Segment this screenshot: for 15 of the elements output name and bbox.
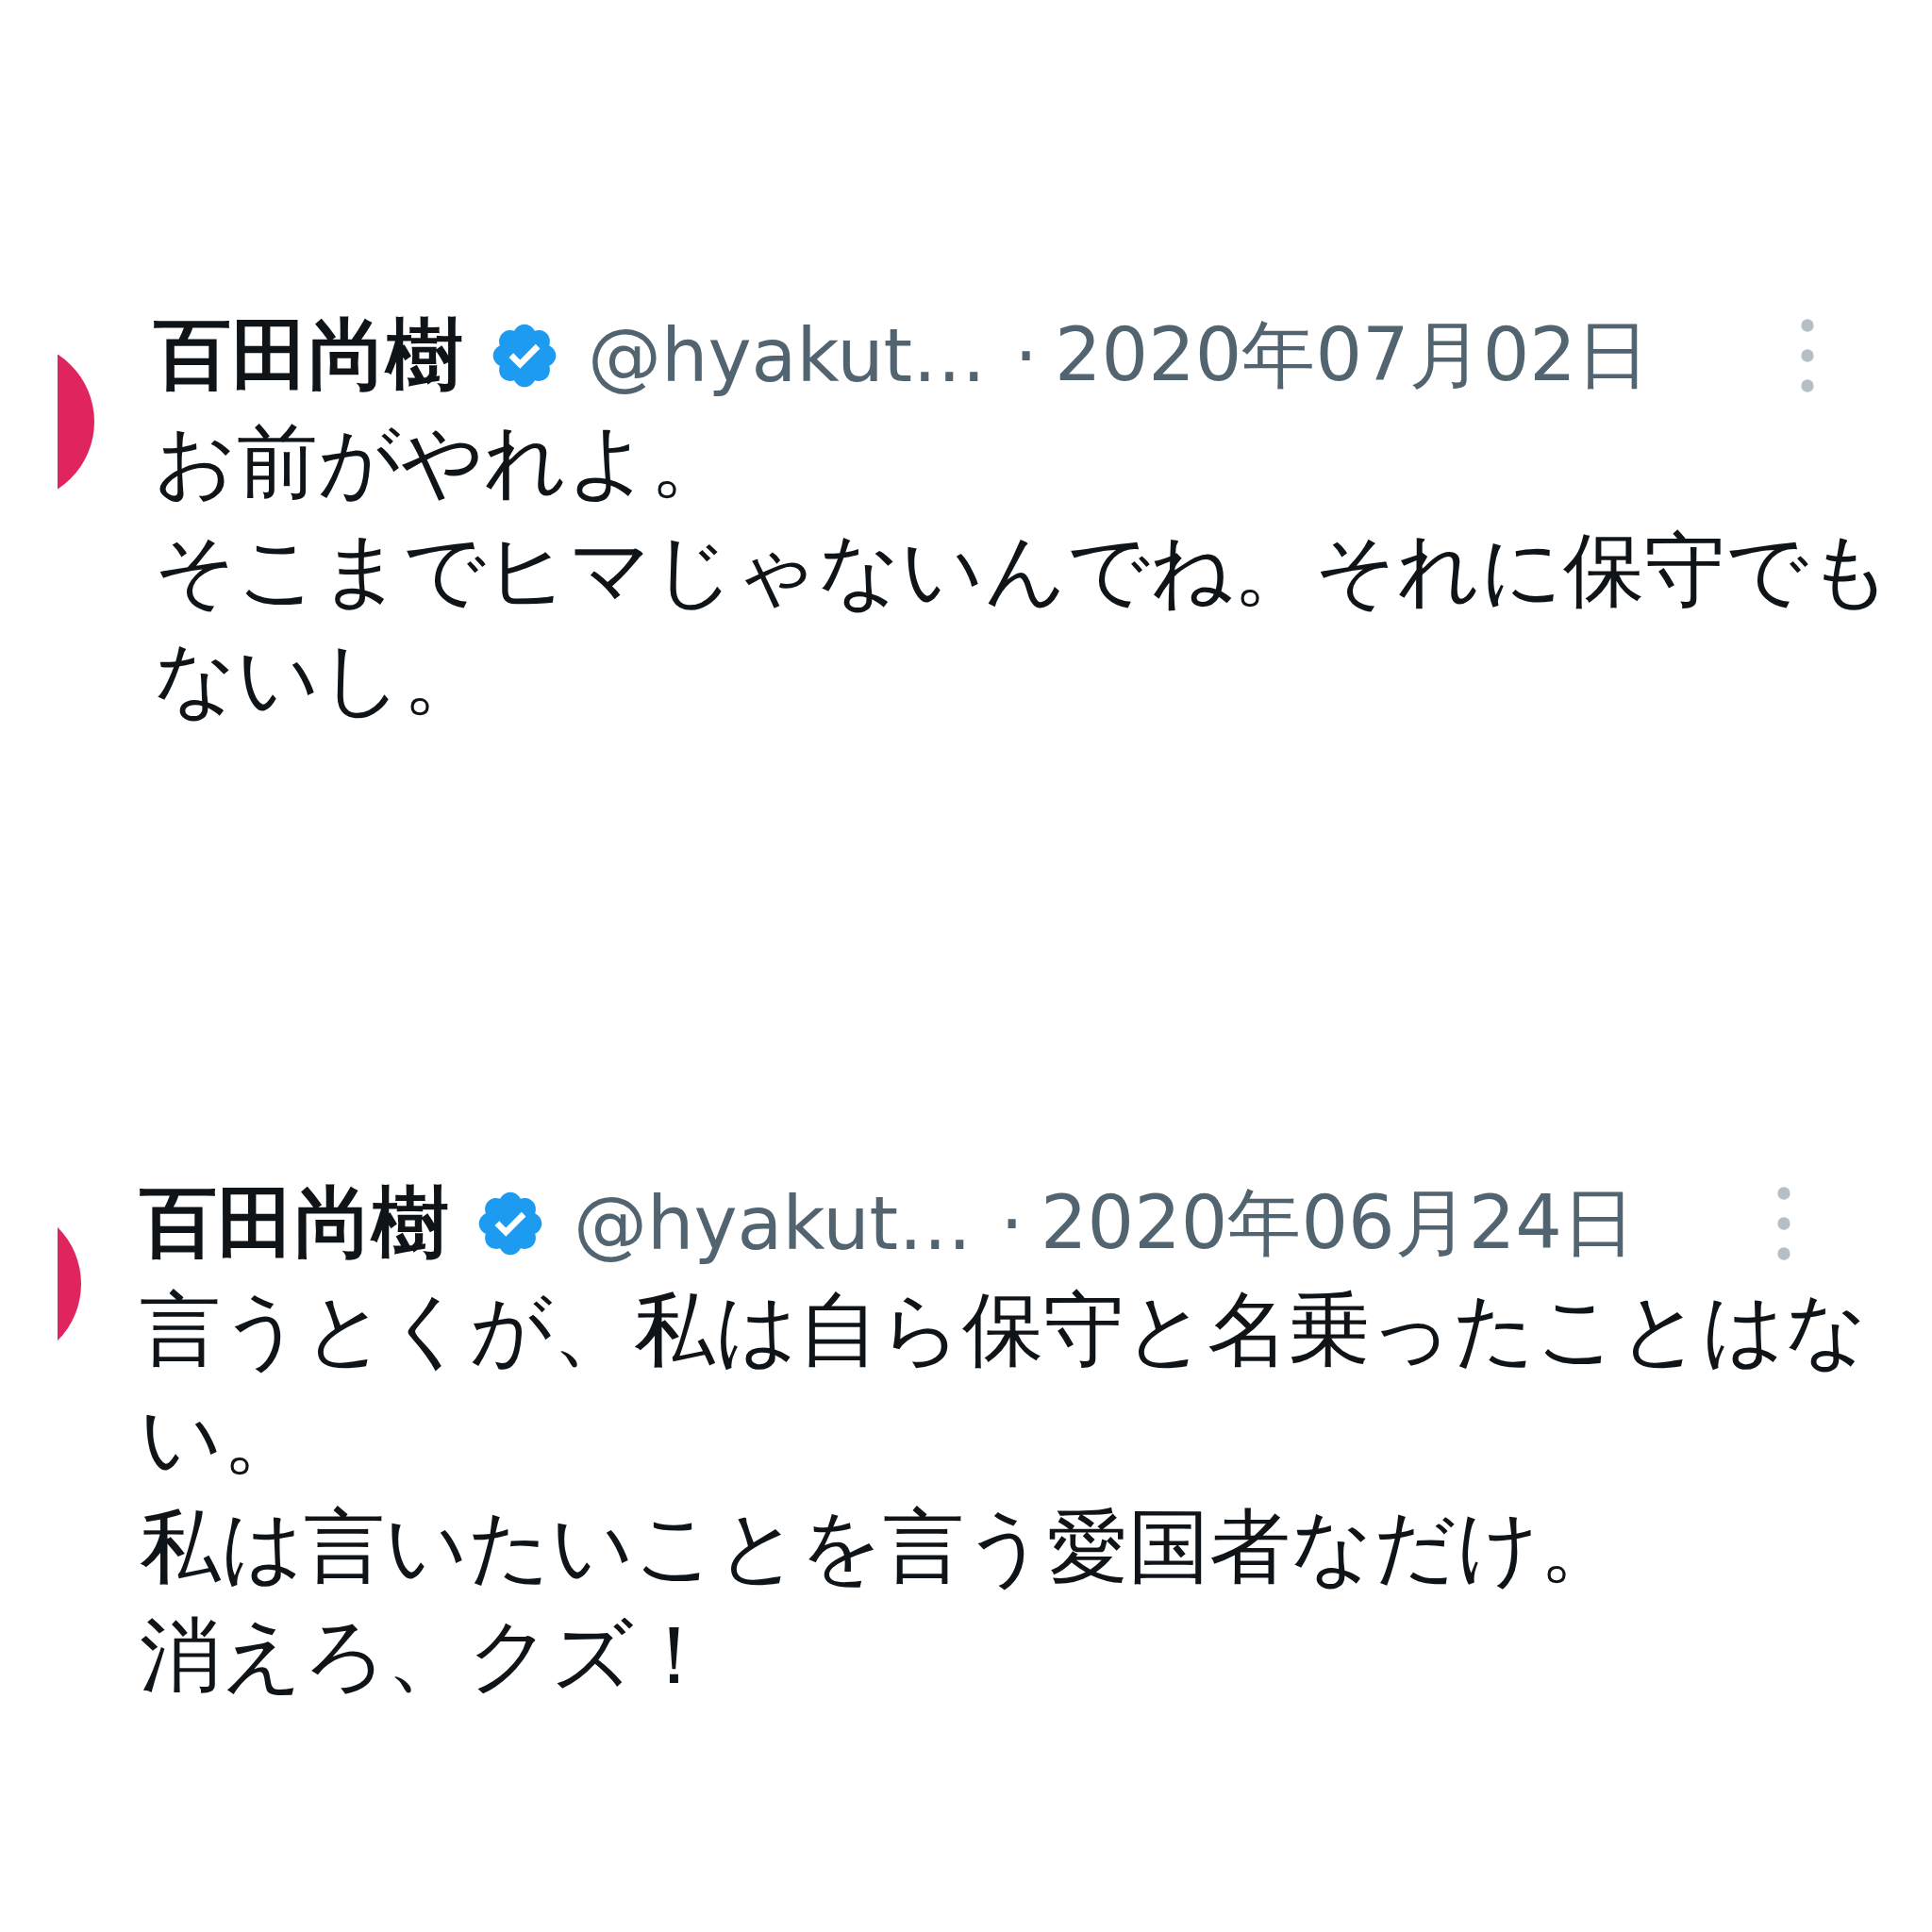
user-handle[interactable]: @hyakut… <box>574 1181 973 1266</box>
tweet-text: そこまでヒマじゃないんでね。それに保守でも <box>154 522 1891 619</box>
separator-dot: · <box>1014 313 1038 398</box>
tweet-text: 私は言いたいことを言う愛国者なだけ。 <box>140 1498 1622 1595</box>
tweet-text: 消えろ、クズ！ <box>140 1607 716 1704</box>
tweet-text: 言うとくが、私は自ら保守と名乗ったことはな <box>140 1281 1868 1378</box>
tweet-date[interactable]: 2020年06月24日 <box>1041 1174 1636 1274</box>
user-name[interactable]: 百田尚樹 <box>140 1172 449 1275</box>
tweet-text: お前がやれよ。 <box>154 413 732 510</box>
tweet-text: い。 <box>140 1390 305 1487</box>
user-name[interactable]: 百田尚樹 <box>154 304 463 408</box>
user-handle[interactable]: @hyakut… <box>588 313 987 398</box>
separator-dot: · <box>1000 1181 1024 1266</box>
tweet-text: ないし。 <box>154 630 485 727</box>
tweet-date[interactable]: 2020年07月02日 <box>1055 306 1650 406</box>
